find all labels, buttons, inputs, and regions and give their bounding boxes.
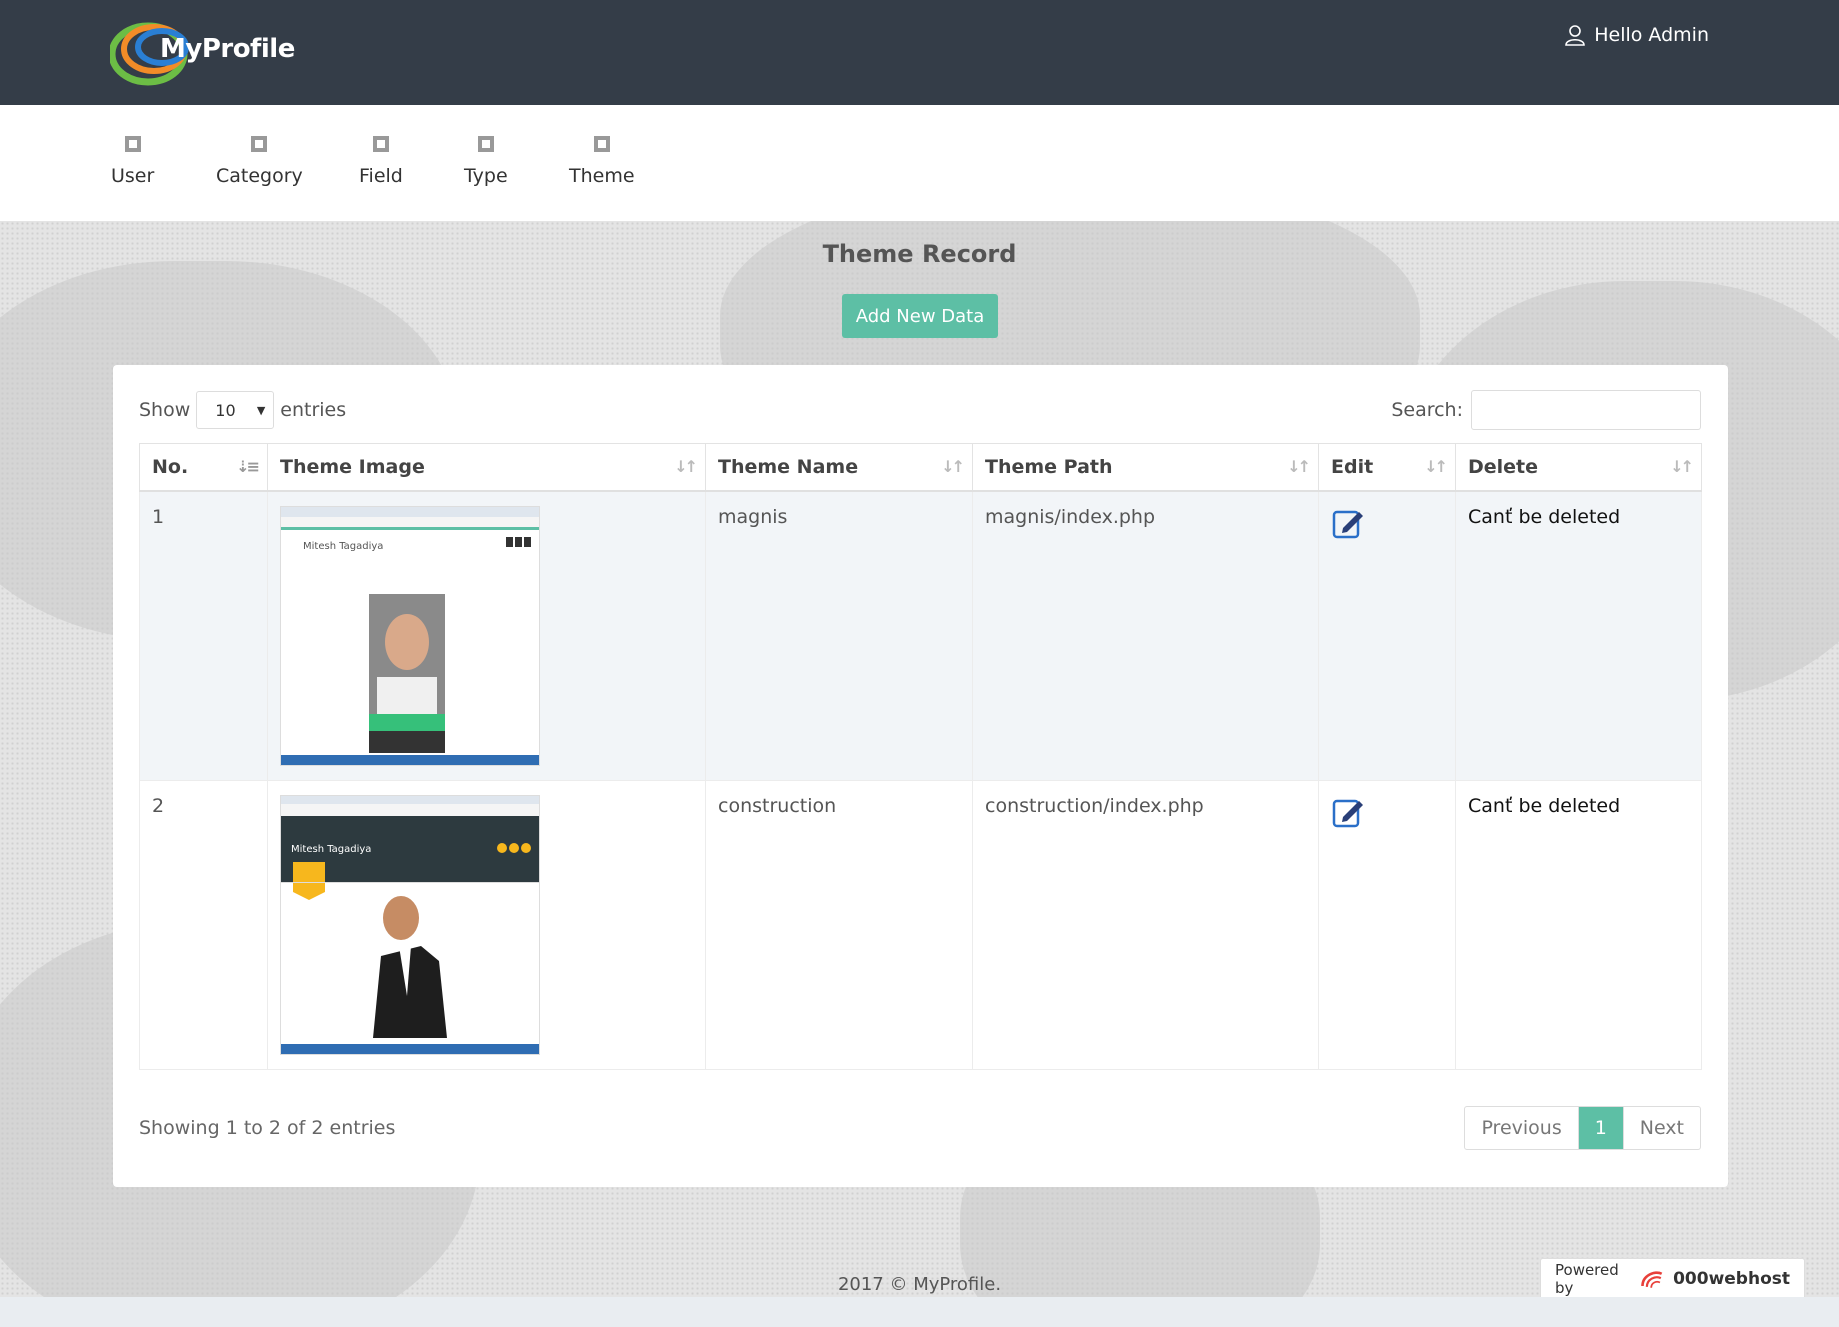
column-header-delete[interactable]: Delete ↓↑ bbox=[1455, 443, 1702, 492]
theme-preview-image bbox=[281, 795, 539, 1054]
content-area: Theme Record Add New Data Show 10 ▼ entr… bbox=[0, 221, 1839, 1297]
sort-icon: ↓↑ bbox=[674, 457, 698, 476]
page-title: Theme Record bbox=[822, 240, 1017, 268]
cell-no: 1 bbox=[139, 490, 268, 781]
table-row: 2 Mitesh Tagadiya construction construct… bbox=[139, 779, 1702, 1070]
nav-item-category[interactable]: Category bbox=[216, 135, 303, 187]
records-card: Show 10 ▼ entries Search: No. ⇣≡ Theme I… bbox=[113, 365, 1728, 1187]
nav-label: Theme bbox=[569, 165, 635, 187]
edit-icon[interactable] bbox=[1331, 506, 1365, 540]
sort-asc-icon: ⇣≡ bbox=[236, 457, 260, 476]
nav-label: Category bbox=[216, 165, 303, 187]
entries-label: entries bbox=[280, 399, 347, 421]
column-header-label: Edit bbox=[1331, 455, 1374, 478]
expand-icon bbox=[593, 136, 610, 152]
expand-icon bbox=[251, 136, 268, 152]
column-header-edit[interactable]: Edit ↓↑ bbox=[1318, 443, 1456, 492]
edit-icon[interactable] bbox=[1331, 795, 1365, 829]
column-header-label: Theme Path bbox=[985, 455, 1113, 478]
expand-icon bbox=[372, 136, 389, 152]
host-brand: 000webhost bbox=[1673, 1269, 1790, 1289]
table-info: Showing 1 to 2 of 2 entries bbox=[139, 1117, 396, 1139]
theme-thumbnail-construction: Mitesh Tagadiya bbox=[280, 794, 540, 1055]
expand-icon bbox=[477, 136, 494, 152]
search-control: Search: bbox=[1391, 390, 1701, 430]
sort-icon: ↓↑ bbox=[1287, 457, 1311, 476]
powered-by-label: Powered by bbox=[1555, 1261, 1619, 1297]
search-input[interactable] bbox=[1471, 390, 1701, 430]
pagination: Previous 1 Next bbox=[1464, 1106, 1701, 1150]
bottom-strip bbox=[0, 1297, 1839, 1327]
expand-icon bbox=[124, 136, 141, 152]
theme-thumbnail-magnis: Mitesh Tagadiya bbox=[280, 505, 540, 766]
table-header-row: No. ⇣≡ Theme Image ↓↑ Theme Name ↓↑ Them… bbox=[139, 443, 1702, 492]
nav-item-user[interactable]: User bbox=[111, 135, 154, 187]
page-length-control: Show 10 ▼ entries bbox=[139, 391, 346, 429]
sort-icon: ↓↑ bbox=[1424, 457, 1448, 476]
cell-theme-path: magnis/index.php bbox=[972, 490, 1319, 781]
column-header-theme-name[interactable]: Theme Name ↓↑ bbox=[705, 443, 973, 492]
show-label: Show bbox=[139, 399, 191, 421]
cell-theme-path: construction/index.php bbox=[972, 779, 1319, 1070]
search-label: Search: bbox=[1391, 399, 1463, 421]
page-length-select[interactable]: 10 ▼ bbox=[196, 391, 275, 429]
thumb-name-text: Mitesh Tagadiya bbox=[303, 540, 384, 552]
cell-theme-image: Mitesh Tagadiya bbox=[267, 490, 706, 781]
user-menu[interactable]: Hello Admin bbox=[1564, 24, 1709, 46]
top-header: MyProfile Hello Admin bbox=[0, 0, 1839, 105]
nav-item-theme[interactable]: Theme bbox=[569, 135, 635, 187]
nav-item-field[interactable]: Field bbox=[359, 135, 403, 187]
sort-icon: ↓↑ bbox=[1670, 457, 1694, 476]
previous-page-button[interactable]: Previous bbox=[1465, 1107, 1579, 1149]
logo-text: MyProfile bbox=[160, 34, 295, 64]
main-nav: User Category Field Type Theme bbox=[0, 105, 1839, 221]
cell-delete-status: Canť be deleted bbox=[1455, 490, 1702, 781]
table-row: 1 Mitesh Tagadiya magnis magnis/index.ph… bbox=[139, 490, 1702, 781]
add-new-data-button[interactable]: Add New Data bbox=[842, 294, 998, 338]
column-header-theme-image[interactable]: Theme Image ↓↑ bbox=[267, 443, 706, 492]
cell-theme-name: magnis bbox=[705, 490, 973, 781]
cell-theme-name: construction bbox=[705, 779, 973, 1070]
theme-table: No. ⇣≡ Theme Image ↓↑ Theme Name ↓↑ Them… bbox=[139, 443, 1702, 1070]
column-header-label: Theme Image bbox=[280, 455, 425, 478]
cell-theme-image: Mitesh Tagadiya bbox=[267, 779, 706, 1070]
nav-item-type[interactable]: Type bbox=[464, 135, 508, 187]
chevron-down-icon: ▼ bbox=[256, 403, 266, 417]
next-page-button[interactable]: Next bbox=[1622, 1107, 1700, 1149]
powered-by-badge[interactable]: Powered by 000webhost bbox=[1540, 1258, 1805, 1297]
sort-icon: ↓↑ bbox=[941, 457, 965, 476]
logo[interactable]: MyProfile bbox=[110, 18, 310, 88]
column-header-theme-path[interactable]: Theme Path ↓↑ bbox=[972, 443, 1319, 492]
column-header-label: No. bbox=[152, 455, 189, 478]
nav-label: Field bbox=[359, 165, 403, 187]
page-length-value: 10 bbox=[215, 400, 236, 420]
thumb-name-text: Mitesh Tagadiya bbox=[291, 843, 372, 855]
nav-label: Type bbox=[464, 165, 508, 187]
user-icon bbox=[1565, 25, 1586, 46]
column-header-label: Delete bbox=[1468, 455, 1539, 478]
cell-delete-status: Canť be deleted bbox=[1455, 779, 1702, 1070]
page-button-1[interactable]: 1 bbox=[1578, 1107, 1623, 1149]
cell-edit bbox=[1318, 490, 1456, 781]
nav-label: User bbox=[111, 165, 155, 187]
cell-edit bbox=[1318, 779, 1456, 1070]
webhost-logo-icon bbox=[1641, 1271, 1663, 1288]
cell-no: 2 bbox=[139, 779, 268, 1070]
user-greeting: Hello Admin bbox=[1594, 24, 1709, 46]
column-header-label: Theme Name bbox=[718, 455, 859, 478]
column-header-no[interactable]: No. ⇣≡ bbox=[139, 443, 268, 492]
